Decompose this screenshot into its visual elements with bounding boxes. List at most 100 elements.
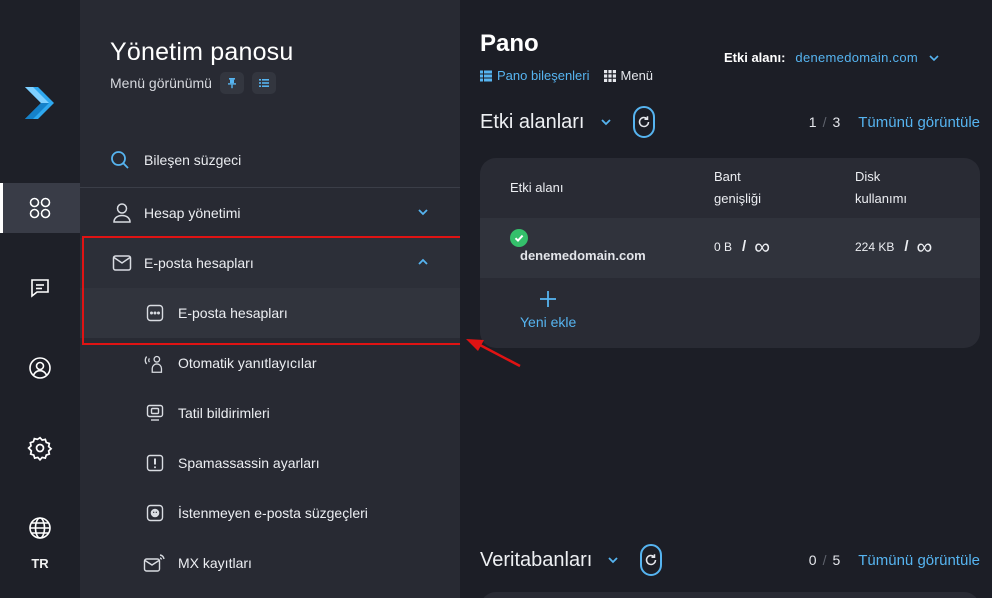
submenu-spam-filters[interactable]: İstenmeyen e-posta süzgeçleri [80, 488, 460, 538]
list-icon [258, 79, 269, 87]
databases-card [480, 592, 980, 598]
row-domain-name[interactable]: denemedomain.com [520, 248, 646, 263]
add-new-button[interactable]: Yeni ekle [520, 290, 576, 330]
rail-messages[interactable] [0, 263, 80, 313]
menu-account-management[interactable]: Hesap yönetimi [80, 188, 460, 238]
count-current: 1 [808, 114, 817, 130]
domain-selector[interactable]: Etki alanı: denemedomain.com [724, 50, 940, 65]
submenu-spamassassin[interactable]: Spamassassin ayarları [80, 438, 460, 488]
plus-icon [540, 291, 557, 307]
table-row[interactable]: denemedomain.com 0 B / ∞ 224 KB / ∞ [480, 218, 980, 278]
user-circle-icon [29, 357, 51, 379]
chevron-down-icon [418, 209, 428, 216]
panel-title: Yönetim panosu [110, 38, 294, 66]
value-separator: / [904, 238, 909, 255]
pin-button[interactable] [219, 72, 244, 94]
view-all-link[interactable]: Tümünü görüntüle [858, 552, 980, 569]
databases-section-header: Veritabanları 0 / 5 Tümünü görüntüle [480, 543, 980, 577]
main-content: Pano Pano bileşenleri Menü Etki alanı: d… [460, 0, 992, 598]
refresh-button[interactable] [632, 106, 655, 138]
submenu-label: MX kayıtları [178, 555, 252, 571]
user-icon [113, 203, 131, 223]
column-header-bandwidth: Bant genişliği [714, 169, 761, 206]
mx-envelope-icon [143, 554, 165, 572]
icon-rail: TR [0, 0, 80, 598]
disk-used: 224 KB [855, 239, 895, 254]
gear-icon [27, 436, 53, 461]
submenu-label: E-posta hesapları [178, 305, 288, 321]
refresh-icon [646, 554, 657, 566]
count-current: 0 [808, 552, 817, 568]
rail-language[interactable] [0, 503, 80, 553]
submenu-mx-records[interactable]: MX kayıtları [80, 538, 460, 588]
component-filter[interactable]: Bileşen süzgeci [110, 150, 241, 170]
refresh-button[interactable] [640, 544, 663, 576]
submenu-label: İstenmeyen e-posta süzgeçleri [178, 505, 368, 521]
add-new-label: Yeni ekle [520, 314, 577, 330]
column-header-domain: Etki alanı [510, 180, 564, 195]
pin-icon [227, 78, 236, 89]
submenu-email-accounts[interactable]: E-posta hesapları [80, 288, 460, 338]
menu-view-label: Menü görünümü [110, 75, 212, 91]
domain-selector-value: denemedomain.com [795, 50, 919, 65]
chevron-down-icon[interactable] [599, 115, 613, 129]
rail-dashboard[interactable] [0, 183, 80, 233]
menu-label: E-posta hesapları [144, 255, 254, 271]
menu-email-accounts[interactable]: E-posta hesapları [80, 238, 460, 288]
monitor-icon [146, 404, 164, 421]
domains-counter: 1 / 3 Tümünü görüntüle [803, 114, 980, 131]
search-icon [111, 151, 129, 169]
submenu-label: Spamassassin ayarları [178, 455, 320, 471]
page-title: Pano [480, 30, 539, 57]
warning-icon [146, 454, 164, 472]
section-title: Etki alanları [480, 110, 585, 133]
domain-selector-label: Etki alanı: [724, 50, 786, 65]
view-link-label: Menü [620, 68, 654, 83]
language-code[interactable]: TR [0, 556, 80, 571]
submenu-autoresponders[interactable]: Otomatik yanıtlayıcılar [80, 338, 460, 388]
domains-section-header: Etki alanları 1 / 3 Tümünü görüntüle [480, 105, 980, 139]
section-title: Veritabanları [480, 548, 593, 571]
chevron-up-icon [418, 258, 428, 265]
list-view-button[interactable] [251, 72, 276, 94]
column-header-disk: Disk kullanımı [855, 169, 908, 206]
logo-icon[interactable] [22, 84, 58, 122]
row-bandwidth: 0 B / ∞ [714, 235, 770, 257]
domains-card: Etki alanı Bant genişliği Disk kullanımı… [480, 158, 980, 348]
count-total: 3 [832, 114, 841, 130]
menu-view-row: Menü görünümü [110, 72, 276, 94]
databases-counter: 0 / 5 Tümünü görüntüle [803, 552, 980, 569]
disk-limit: ∞ [916, 233, 933, 259]
rail-account[interactable] [0, 343, 80, 393]
menu-view-link[interactable]: Menü [603, 68, 654, 83]
check-circle-icon [510, 229, 528, 247]
dashboard-grid-icon [29, 197, 51, 219]
message-icon [31, 279, 49, 298]
submenu-label: Tatil bildirimleri [178, 405, 270, 421]
envelope-icon [112, 255, 132, 271]
submenu-label: Otomatik yanıtlayıcılar [178, 355, 317, 371]
menu-panel: Yönetim panosu Menü görünümü Bileşen süz… [80, 0, 460, 598]
rail-settings[interactable] [0, 423, 80, 473]
row-disk: 224 KB / ∞ [855, 233, 933, 259]
autoresponder-icon [144, 355, 163, 373]
count-separator: / [822, 552, 827, 568]
menu-label: Hesap yönetimi [144, 205, 241, 221]
filter-label: Bileşen süzgeci [144, 152, 242, 168]
bandwidth-used: 0 B [714, 239, 733, 254]
dashboard-widgets-link[interactable]: Pano bileşenleri [480, 68, 590, 83]
view-links: Pano bileşenleri Menü [480, 68, 667, 83]
view-link-label: Pano bileşenleri [497, 68, 590, 83]
list-icon [480, 70, 492, 81]
refresh-icon [638, 116, 649, 128]
chevron-down-icon[interactable] [606, 553, 620, 567]
view-all-link[interactable]: Tümünü görüntüle [858, 114, 980, 131]
globe-icon [29, 517, 51, 539]
value-separator: / [742, 238, 747, 255]
chevron-down-icon [929, 54, 939, 61]
count-separator: / [822, 114, 827, 130]
submenu-vacation-messages[interactable]: Tatil bildirimleri [80, 388, 460, 438]
spam-filter-icon [146, 504, 164, 522]
grid-icon [603, 69, 616, 82]
mailbox-icon [146, 304, 164, 322]
